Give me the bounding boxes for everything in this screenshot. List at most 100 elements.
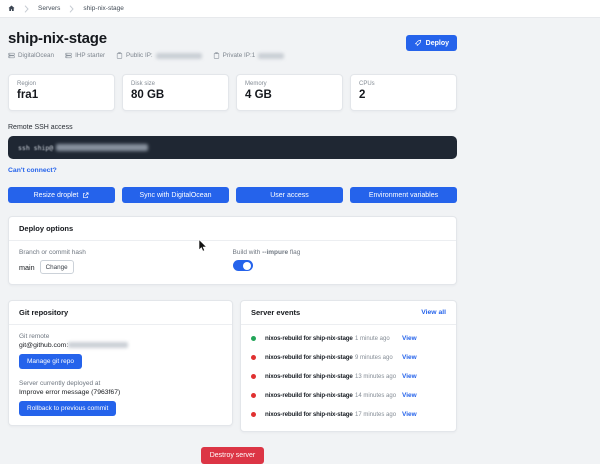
- deploy-options-card: Deploy options Branch or commit hash mai…: [8, 216, 457, 285]
- server-icon: [8, 52, 15, 59]
- event-view-link[interactable]: View: [402, 392, 417, 399]
- server-event-row: nixos-rebuild for ship-nix-stage 1 minut…: [251, 329, 446, 348]
- stat-label: Disk size: [131, 81, 220, 87]
- stat-card-disk: Disk size 80 GB: [122, 74, 229, 111]
- server-event-row: nixos-rebuild for ship-nix-stage 9 minut…: [251, 348, 446, 367]
- impure-toggle[interactable]: [233, 260, 253, 271]
- deploy-options-header: Deploy options: [9, 217, 456, 241]
- events-list: nixos-rebuild for ship-nix-stage 1 minut…: [241, 325, 456, 431]
- ssh-label: Remote SSH access: [8, 124, 457, 131]
- clipboard-icon: [213, 52, 220, 59]
- stat-label: CPUs: [359, 81, 448, 87]
- event-time: 1 minute ago: [355, 336, 402, 342]
- view-all-link[interactable]: View all: [421, 309, 446, 316]
- breadcrumb: Servers ship-nix-stage: [0, 0, 600, 18]
- branch-value: main: [19, 263, 35, 272]
- provider-badge: DigitalOcean: [8, 52, 54, 59]
- event-time: 14 minutes ago: [355, 393, 402, 399]
- sync-digitalocean-button[interactable]: Sync with DigitalOcean: [122, 187, 229, 203]
- manage-git-repo-button[interactable]: Manage git repo: [19, 354, 82, 369]
- button-label: Environment variables: [369, 192, 438, 199]
- resize-droplet-button[interactable]: Resize droplet: [8, 187, 115, 203]
- button-label: User access: [270, 192, 309, 199]
- git-repository-card: Git repository Git remote git@github.com…: [8, 300, 233, 426]
- git-remote-value: git@github.com:: [19, 342, 222, 349]
- events-card-header: Server events View all: [241, 301, 456, 325]
- actions-row: Resize droplet Sync with DigitalOcean Us…: [8, 187, 457, 203]
- event-time: 13 minutes ago: [355, 374, 402, 380]
- server-event-row: nixos-rebuild for ship-nix-stage 17 minu…: [251, 405, 446, 424]
- redacted-value: [156, 53, 202, 59]
- git-card-header: Git repository: [9, 301, 232, 325]
- ssh-command-box: ssh ship@: [8, 136, 457, 159]
- branch-label: Branch or commit hash: [19, 249, 233, 256]
- plan-badge: IHP starter: [65, 52, 105, 59]
- event-time: 9 minutes ago: [355, 355, 402, 361]
- stat-value: 2: [359, 89, 448, 101]
- event-time: 17 minutes ago: [355, 412, 402, 418]
- private-ip-badge[interactable]: Private IP:1: [213, 52, 285, 59]
- status-dot: [251, 336, 256, 341]
- redacted-value: [56, 144, 148, 151]
- page-title: ship-nix-stage: [8, 30, 284, 47]
- rocket-icon: [414, 39, 422, 47]
- event-view-link[interactable]: View: [402, 373, 417, 380]
- cant-connect-link[interactable]: Can't connect?: [8, 167, 57, 174]
- stat-card-region: Region fra1: [8, 74, 115, 111]
- stat-label: Region: [17, 81, 106, 87]
- badge-label: DigitalOcean: [18, 52, 54, 59]
- deploy-button-label: Deploy: [426, 40, 449, 47]
- button-label: Sync with DigitalOcean: [140, 192, 212, 199]
- server-events-card: Server events View all nixos-rebuild for…: [240, 300, 457, 432]
- redacted-value: [68, 342, 128, 348]
- event-view-link[interactable]: View: [402, 411, 417, 418]
- server-icon: [65, 52, 72, 59]
- event-name: nixos-rebuild for ship-nix-stage: [265, 335, 355, 342]
- server-event-row: nixos-rebuild for ship-nix-stage 14 minu…: [251, 386, 446, 405]
- stat-card-cpus: CPUs 2: [350, 74, 457, 111]
- deploy-button[interactable]: Deploy: [406, 35, 457, 51]
- breadcrumb-servers[interactable]: Servers: [38, 5, 60, 12]
- environment-variables-button[interactable]: Environment variables: [350, 187, 457, 203]
- status-dot: [251, 412, 256, 417]
- chevron-right-icon: [69, 5, 74, 13]
- event-name: nixos-rebuild for ship-nix-stage: [265, 411, 355, 418]
- event-name: nixos-rebuild for ship-nix-stage: [265, 354, 355, 361]
- card-title: Git repository: [19, 308, 68, 317]
- danger-zone: Destroy server: [8, 444, 457, 464]
- stat-value: 4 GB: [245, 89, 334, 101]
- deployed-commit-value: Improve error message (7963f67): [19, 389, 222, 396]
- badges-row: DigitalOcean IHP starter Public IP: Priv…: [8, 52, 284, 59]
- stat-value: fra1: [17, 89, 106, 101]
- badge-label: IHP starter: [75, 52, 105, 59]
- page-header: ship-nix-stage DigitalOcean IHP starter …: [8, 30, 457, 59]
- status-dot: [251, 374, 256, 379]
- change-branch-button[interactable]: Change: [40, 260, 74, 274]
- stat-card-memory: Memory 4 GB: [236, 74, 343, 111]
- destroy-server-button[interactable]: Destroy server: [201, 447, 265, 464]
- stats-row: Region fra1 Disk size 80 GB Memory 4 GB …: [8, 74, 457, 111]
- card-title: Server events: [251, 308, 300, 317]
- status-dot: [251, 355, 256, 360]
- ssh-section: Remote SSH access ssh ship@ Can't connec…: [8, 124, 457, 177]
- git-remote-label: Git remote: [19, 333, 222, 340]
- event-view-link[interactable]: View: [402, 354, 417, 361]
- breadcrumb-current: ship-nix-stage: [83, 5, 123, 12]
- external-link-icon: [82, 192, 89, 199]
- event-name: nixos-rebuild for ship-nix-stage: [265, 373, 355, 380]
- user-access-button[interactable]: User access: [236, 187, 343, 203]
- rollback-button[interactable]: Rollback to previous commit: [19, 401, 116, 416]
- ssh-command: ssh ship@: [18, 144, 53, 152]
- branch-field: Branch or commit hash main Change: [19, 249, 233, 274]
- chevron-right-icon: [24, 5, 29, 13]
- clipboard-icon: [116, 52, 123, 59]
- stat-value: 80 GB: [131, 89, 220, 101]
- event-view-link[interactable]: View: [402, 335, 417, 342]
- home-icon[interactable]: [8, 5, 15, 12]
- status-dot: [251, 393, 256, 398]
- redacted-value: [258, 53, 284, 59]
- event-name: nixos-rebuild for ship-nix-stage: [265, 392, 355, 399]
- deployed-at-label: Server currently deployed at: [19, 380, 222, 387]
- public-ip-badge[interactable]: Public IP:: [116, 52, 202, 59]
- badge-label: Private IP:1: [223, 52, 256, 59]
